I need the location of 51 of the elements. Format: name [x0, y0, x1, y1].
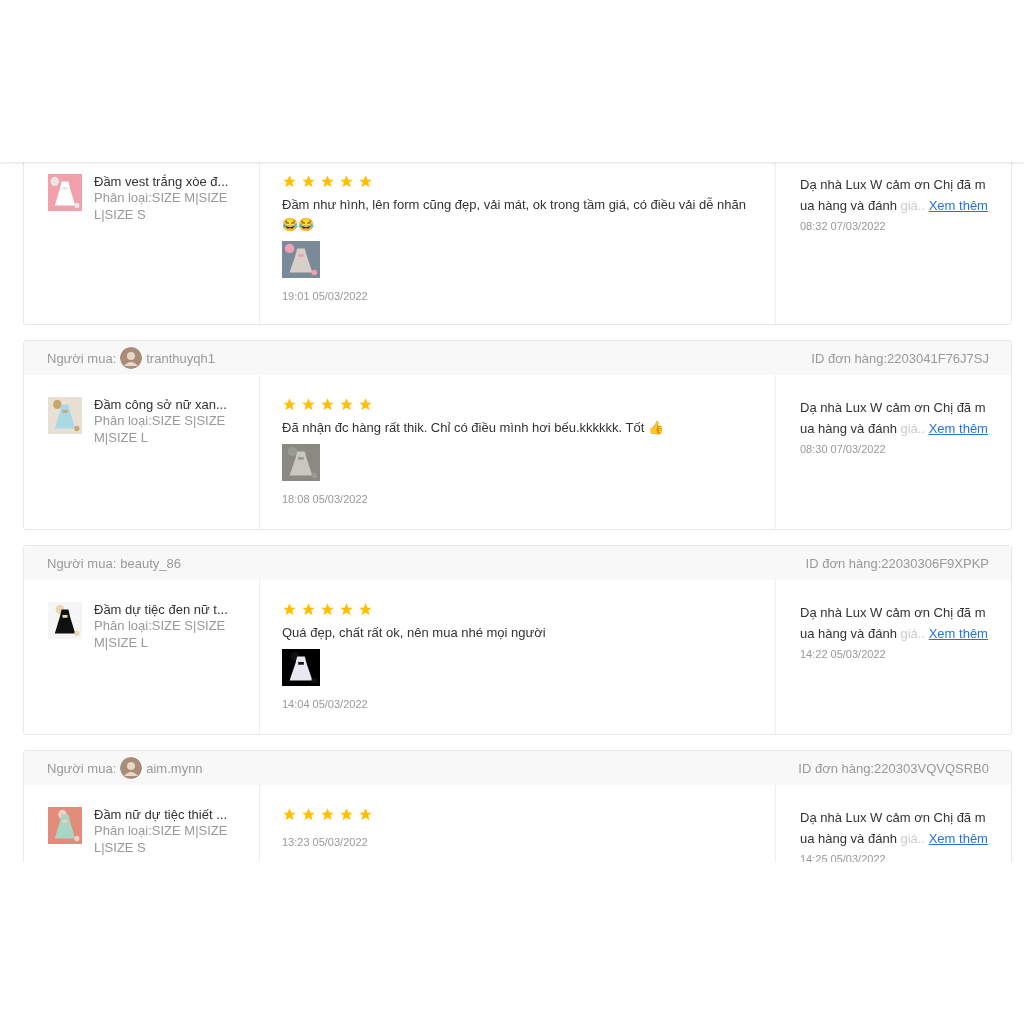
- star-icon: [358, 397, 373, 412]
- star-icon: [301, 174, 316, 189]
- buyer-name: beauty_86: [120, 555, 181, 571]
- star-icon: [301, 397, 316, 412]
- star-icon: [282, 397, 297, 412]
- star-icon: [282, 174, 297, 189]
- buyer-name: tranthuyqh1: [146, 350, 215, 366]
- product-name: Đầm dự tiệc đen nữ t...: [94, 602, 229, 617]
- reply-time: 08:32 07/03/2022: [800, 220, 887, 232]
- see-more-link[interactable]: Xem thêm: [928, 198, 988, 213]
- review-comment: Đầm như hình, lên form cũng đẹp, vải mát, ok trong tầm giá, có điều vải dễ nhăn 😂😂: [282, 196, 747, 234]
- order-id: ID đơn hàng:2203041F76J7SJ: [811, 350, 989, 366]
- order-id: ID đơn hàng:220303VQVQSRB0: [798, 760, 989, 776]
- star-icon: [282, 602, 297, 617]
- star-icon: [339, 602, 354, 617]
- star-icon: [282, 807, 297, 822]
- star-icon: [320, 397, 335, 412]
- star-icon: [320, 174, 335, 189]
- buyer-label: Người mua:: [47, 760, 117, 776]
- star-icon: [358, 602, 373, 617]
- review-time: 13:23 05/03/2022: [282, 836, 369, 848]
- reply-time: 14:22 05/03/2022: [800, 648, 887, 660]
- product-variant: Phân loại:SIZE S|SIZE M|SIZE L: [94, 412, 227, 446]
- buyer-label: Người mua:: [47, 555, 117, 571]
- buyer-label: Người mua:: [47, 350, 117, 366]
- star-icon: [301, 602, 316, 617]
- see-more-link[interactable]: Xem thêm: [928, 831, 988, 846]
- order-id: ID đơn hàng:22030306F9XPKP: [805, 555, 989, 571]
- star-icon: [320, 602, 335, 617]
- star-icon: [358, 174, 373, 189]
- star-icon: [339, 807, 354, 822]
- star-icon: [320, 807, 335, 822]
- review-time: 14:04 05/03/2022: [282, 698, 369, 710]
- product-name: Đầm nữ dự tiệc thiết ...: [94, 807, 228, 822]
- reply-time: 08:30 07/03/2022: [800, 443, 887, 455]
- star-icon: [339, 397, 354, 412]
- product-variant: Phân loại:SIZE S|SIZE M|SIZE L: [94, 617, 227, 651]
- see-more-link[interactable]: Xem thêm: [928, 421, 988, 436]
- star-icon: [339, 174, 354, 189]
- review-comment: Quá đẹp, chất rất ok, nên mua nhé mọi người: [282, 624, 547, 642]
- buyer-name: aim.mynn: [146, 760, 203, 776]
- star-icon: [301, 807, 316, 822]
- product-variant: Phân loại:SIZE M|SIZE L|SIZE S: [94, 822, 229, 856]
- product-name: Đầm vest trắng xòe đ...: [94, 174, 230, 189]
- see-more-link[interactable]: Xem thêm: [928, 626, 988, 641]
- star-icon: [358, 807, 373, 822]
- product-name: Đầm công sở nữ xan...: [94, 397, 228, 412]
- review-time: 19:01 05/03/2022: [282, 290, 369, 302]
- review-time: 18:08 05/03/2022: [282, 493, 369, 505]
- review-comment: Đã nhận đc hàng rất thik. Chỉ có điều mình hơi bếu.kkkkkk. Tốt 👍: [282, 419, 665, 437]
- product-variant: Phân loại:SIZE M|SIZE L|SIZE S: [94, 189, 229, 223]
